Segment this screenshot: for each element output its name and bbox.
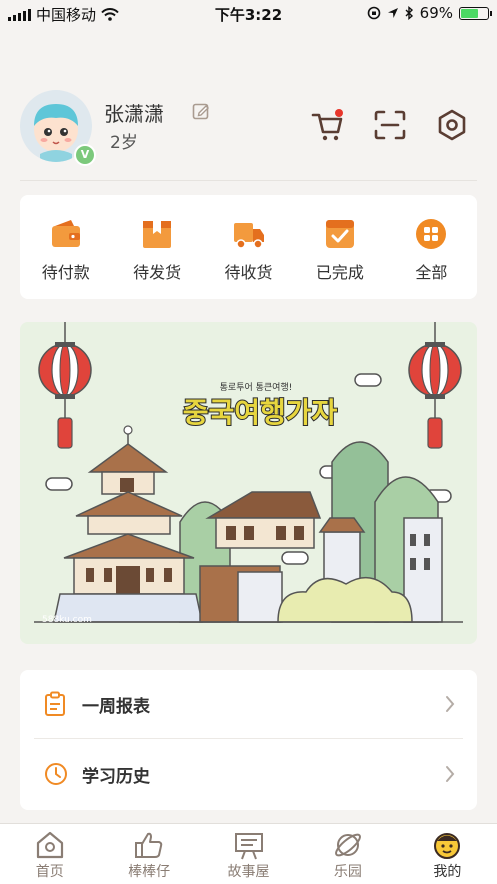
verified-badge: V — [74, 144, 96, 166]
bottom-tab-bar: 首页 棒棒仔 故事屋 乐园 我的 — [0, 823, 497, 884]
chevron-right-icon — [446, 766, 455, 782]
settings-icon[interactable] — [436, 109, 468, 141]
order-status-card: 待付款 待发货 待收货 已完成 全部 — [20, 195, 477, 299]
banner-subtitle: 통로투어 통큰여행! — [220, 381, 293, 393]
checkbox-icon — [325, 220, 354, 248]
tab-label: 我的 — [433, 864, 462, 880]
orientation-lock-icon — [367, 6, 380, 20]
order-pending-shipment[interactable]: 待发货 — [111, 195, 202, 299]
profile-divider — [20, 180, 477, 181]
tab-home[interactable]: 首页 — [0, 824, 99, 884]
status-bar: 中国移动 下午3:22 69% — [0, 0, 497, 26]
user-name: 张潇潇 — [104, 102, 164, 126]
order-all[interactable]: 全部 — [386, 195, 477, 299]
menu-weekly-report[interactable]: 一周报表 — [20, 670, 477, 738]
location-icon — [387, 8, 398, 18]
bluetooth-icon — [405, 6, 413, 20]
kid-face-icon — [434, 833, 461, 859]
chevron-right-icon — [446, 696, 455, 712]
cart-icon[interactable] — [310, 108, 346, 142]
planet-icon — [334, 833, 361, 857]
order-label: 待收货 — [224, 263, 273, 282]
battery-fill — [461, 8, 479, 18]
tab-story-house[interactable]: 故事屋 — [199, 824, 298, 884]
tab-bangbangzai[interactable]: 棒棒仔 — [99, 824, 198, 884]
wallet-icon — [51, 220, 80, 247]
edit-icon[interactable] — [192, 102, 210, 120]
battery-percent: 69% — [419, 4, 453, 22]
tab-mine[interactable]: 我的 — [398, 824, 497, 884]
package-icon — [143, 221, 172, 248]
tab-label: 乐园 — [333, 864, 362, 880]
order-label: 待付款 — [41, 263, 90, 282]
menu-study-history[interactable]: 学习历史 — [20, 740, 477, 808]
clock-icon — [45, 763, 67, 785]
banner-title: 중국여행가자 — [183, 396, 338, 429]
battery-icon — [459, 6, 492, 20]
tab-label: 棒棒仔 — [128, 864, 171, 880]
banner-illustration: 통로투어 통큰여행! 중국여행가자 588ku.com — [20, 322, 477, 644]
tab-label: 故事屋 — [227, 864, 270, 880]
menu-divider — [34, 738, 463, 739]
thumbs-up-icon — [135, 832, 163, 858]
tab-playground[interactable]: 乐园 — [298, 824, 397, 884]
menu-label: 一周报表 — [82, 696, 150, 717]
promo-banner[interactable]: 통로투어 통큰여행! 중국여행가자 588ku.com — [20, 322, 477, 644]
order-label: 待发货 — [133, 263, 182, 282]
order-pending-receipt[interactable]: 待收货 — [203, 195, 294, 299]
order-label: 全部 — [415, 263, 448, 282]
profile-header: V 张潇潇 2岁 — [20, 90, 477, 170]
home-icon — [36, 831, 63, 859]
easel-icon — [234, 833, 263, 860]
menu-card: 一周报表 学习历史 — [20, 670, 477, 810]
order-label: 已完成 — [315, 263, 364, 282]
menu-label: 学习历史 — [82, 766, 150, 787]
order-pending-payment[interactable]: 待付款 — [20, 195, 111, 299]
banner-watermark: 588ku.com — [42, 615, 92, 625]
grid-icon — [416, 219, 447, 249]
order-completed[interactable]: 已完成 — [294, 195, 385, 299]
scan-icon[interactable] — [374, 110, 406, 140]
user-age: 2岁 — [110, 133, 138, 153]
tab-label: 首页 — [35, 864, 64, 880]
clipboard-icon — [45, 691, 65, 716]
delivery-truck-icon — [233, 223, 264, 249]
